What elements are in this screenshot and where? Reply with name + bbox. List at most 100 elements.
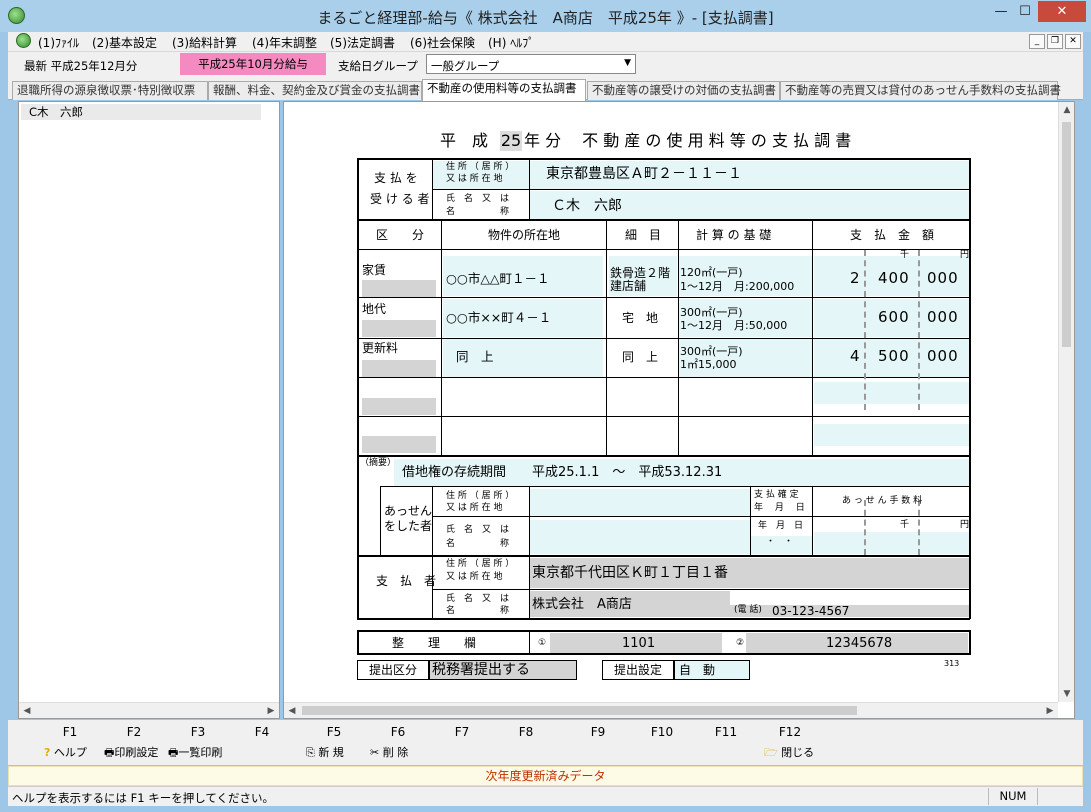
scroll-thumb-h[interactable] bbox=[302, 706, 857, 715]
row-amount-units[interactable]: 000 bbox=[927, 349, 959, 364]
fkey-f10[interactable]: F10 bbox=[642, 725, 682, 739]
setting-value-field[interactable]: 自 動 bbox=[674, 660, 750, 680]
recipient-address-field[interactable]: 東京都豊島区Ａ町２－１１－１ bbox=[546, 167, 742, 181]
row-basis-1[interactable]: 300㎡(一戸) bbox=[680, 346, 743, 357]
mdi-minimize-button[interactable]: _ bbox=[1029, 34, 1045, 49]
fkey-f3[interactable]: F3 bbox=[178, 725, 218, 739]
menu-basic-settings[interactable]: (2)基本設定 bbox=[92, 34, 157, 51]
row-location[interactable]: 同 上 bbox=[456, 350, 494, 364]
row-amount-thousands[interactable]: 600 bbox=[878, 310, 910, 325]
menu-year-end[interactable]: (4)年末調整 bbox=[252, 34, 317, 51]
list-item[interactable]: C木 六郎 bbox=[21, 104, 261, 120]
fee-unit-yen: 円 bbox=[960, 520, 970, 530]
list-print-button[interactable]: 🖶一覧印刷 bbox=[168, 744, 222, 763]
scroll-right-icon[interactable]: ▶ bbox=[1042, 703, 1058, 719]
row-basis-2[interactable]: 1～12月 月:200,000 bbox=[680, 281, 794, 292]
row-kubun[interactable]: 家賃 bbox=[362, 264, 386, 276]
row-basis-2[interactable]: 1㎡15,000 bbox=[680, 359, 737, 370]
row-detail-2[interactable]: 建店舗 bbox=[610, 280, 646, 292]
tab-retirement[interactable]: 退職所得の源泉徴収票･特別徴収票 bbox=[12, 81, 208, 100]
fkey-f1[interactable]: F1 bbox=[50, 725, 90, 739]
payer-address-field[interactable]: 東京都千代田区Ｋ町１丁目１番 bbox=[532, 566, 728, 580]
broker-addr-label-1: 住 所 （ 居 所 ） bbox=[446, 491, 515, 501]
minimize-button[interactable]: — bbox=[990, 1, 1012, 23]
tekiyo-field[interactable]: 借地権の存続期間 平成25.1.1 ～ 平成53.12.31 bbox=[402, 466, 722, 479]
row-detail-1[interactable]: 鉄骨造２階 bbox=[610, 267, 670, 279]
menu-social-insurance[interactable]: (6)社会保険 bbox=[410, 34, 475, 51]
recipient-label-2: 受 け る 者 bbox=[370, 192, 430, 206]
menu-salary-calc[interactable]: (3)給料計算 bbox=[172, 34, 237, 51]
fkey-f4[interactable]: F4 bbox=[242, 725, 282, 739]
tab-brokerage[interactable]: 不動産等の売買又は貸付のあっせん手数料の支払調書 bbox=[780, 81, 1061, 100]
payer-name-field[interactable]: 株式会社 A商店 bbox=[532, 598, 632, 611]
vertical-scrollbar[interactable]: ▲ ▼ bbox=[1058, 102, 1074, 702]
header-kubun: 区 分 bbox=[376, 228, 425, 242]
tab-real-estate-usage[interactable]: 不動産の使用料等の支払調書 bbox=[422, 79, 586, 101]
mdi-close-button[interactable]: ✕ bbox=[1065, 34, 1081, 49]
row-amount-units[interactable]: 000 bbox=[927, 271, 959, 286]
year-field[interactable]: 25 bbox=[500, 131, 522, 151]
row-amount-thousands[interactable]: 400 bbox=[878, 271, 910, 286]
fkey-f11[interactable]: F11 bbox=[706, 725, 746, 739]
row-kubun[interactable]: 地代 bbox=[362, 303, 386, 315]
recipient-name-field[interactable]: Ｃ木 六郎 bbox=[552, 199, 622, 213]
menu-file[interactable]: (1)ﾌｧｲﾙ bbox=[38, 34, 79, 51]
printer-icon: 🖶 bbox=[168, 746, 179, 759]
row-amount-units[interactable]: 000 bbox=[927, 310, 959, 325]
date-dots[interactable]: ・ ・ bbox=[766, 538, 793, 547]
scroll-left-icon[interactable]: ◀ bbox=[19, 703, 35, 719]
group-select[interactable]: 一般グループ ▼ bbox=[426, 54, 636, 74]
form-code: 313 bbox=[944, 659, 960, 668]
phone-field[interactable]: 03-123-4567 bbox=[772, 605, 849, 617]
print-setting-button[interactable]: 🖶印刷設定 bbox=[104, 744, 158, 763]
delete-button[interactable]: ✂ 削 除 bbox=[370, 744, 408, 760]
help-button[interactable]: ? ヘルプ bbox=[44, 744, 87, 760]
scroll-thumb[interactable] bbox=[1062, 122, 1071, 347]
menu-help[interactable]: (H) ﾍﾙﾌﾟ bbox=[488, 34, 534, 51]
fkey-f12[interactable]: F12 bbox=[770, 725, 810, 739]
mdi-restore-button[interactable]: ❐ bbox=[1047, 34, 1063, 49]
horizontal-scrollbar[interactable]: ◀ ▶ bbox=[19, 702, 279, 718]
close-button[interactable]: 🗁 閉じる bbox=[764, 744, 814, 763]
row-basis-1[interactable]: 120㎡(一戸) bbox=[680, 267, 743, 278]
row-basis-1[interactable]: 300㎡(一戸) bbox=[680, 307, 743, 318]
row-basis-2[interactable]: 1～12月 月:50,000 bbox=[680, 320, 787, 331]
seiri-field-2[interactable]: 12345678 bbox=[826, 637, 892, 650]
row-amount-millions[interactable]: 2 bbox=[850, 271, 861, 286]
fkey-f2[interactable]: F2 bbox=[114, 725, 154, 739]
menu-bar: (1)ﾌｧｲﾙ (2)基本設定 (3)給料計算 (4)年末調整 (5)法定調書 … bbox=[8, 32, 1083, 52]
row-amount-thousands[interactable]: 500 bbox=[878, 349, 910, 364]
fkey-f5[interactable]: F5 bbox=[314, 725, 354, 739]
employee-list: C木 六郎 ◀ ▶ bbox=[18, 101, 280, 719]
row-detail-1[interactable]: 同 上 bbox=[622, 351, 658, 363]
scroll-up-icon[interactable]: ▲ bbox=[1059, 102, 1075, 118]
row-kubun[interactable]: 更新料 bbox=[362, 342, 398, 354]
close-window-button[interactable]: ✕ bbox=[1038, 1, 1086, 22]
tab-real-estate-transfer[interactable]: 不動産等の譲受けの対価の支払調書 bbox=[587, 81, 780, 100]
period-badge[interactable]: 平成25年10月分給与 bbox=[180, 53, 326, 75]
fkey-f8[interactable]: F8 bbox=[506, 725, 546, 739]
seiri-field-1[interactable]: 1101 bbox=[622, 637, 655, 650]
mdi-app-icon[interactable] bbox=[16, 33, 31, 48]
row-detail-1[interactable]: 宅 地 bbox=[622, 312, 658, 324]
submit-value-field[interactable]: 税務署提出する bbox=[429, 660, 577, 680]
row-amount-millions[interactable]: 4 bbox=[850, 349, 861, 364]
print-setting-label: 印刷設定 bbox=[114, 746, 159, 759]
close-label: 閉じる bbox=[781, 746, 815, 759]
row-location[interactable]: ○○市××町４－１ bbox=[446, 311, 551, 325]
fkey-f7[interactable]: F7 bbox=[442, 725, 482, 739]
row-location[interactable]: ○○市△△町１－１ bbox=[446, 272, 550, 286]
tab-remuneration[interactable]: 報酬、料金、契約金及び賞金の支払調書 bbox=[208, 81, 422, 100]
submit-label: 提出区分 bbox=[357, 660, 429, 680]
fkey-f6[interactable]: F6 bbox=[378, 725, 418, 739]
scroll-down-icon[interactable]: ▼ bbox=[1059, 686, 1075, 702]
maximize-button[interactable]: ☐ bbox=[1014, 1, 1036, 23]
horizontal-scrollbar[interactable]: ◀ ▶ bbox=[284, 702, 1058, 718]
fkey-f9[interactable]: F9 bbox=[578, 725, 618, 739]
scroll-right-icon[interactable]: ▶ bbox=[263, 703, 279, 719]
scroll-left-icon[interactable]: ◀ bbox=[284, 703, 300, 719]
menu-legal-docs[interactable]: (5)法定調書 bbox=[330, 34, 395, 51]
fee-label: あ っ せ ん 手 数 料 bbox=[842, 496, 923, 506]
new-button[interactable]: ⎘ 新 規 bbox=[306, 744, 344, 760]
broker-label-2: をした者 bbox=[384, 519, 433, 533]
